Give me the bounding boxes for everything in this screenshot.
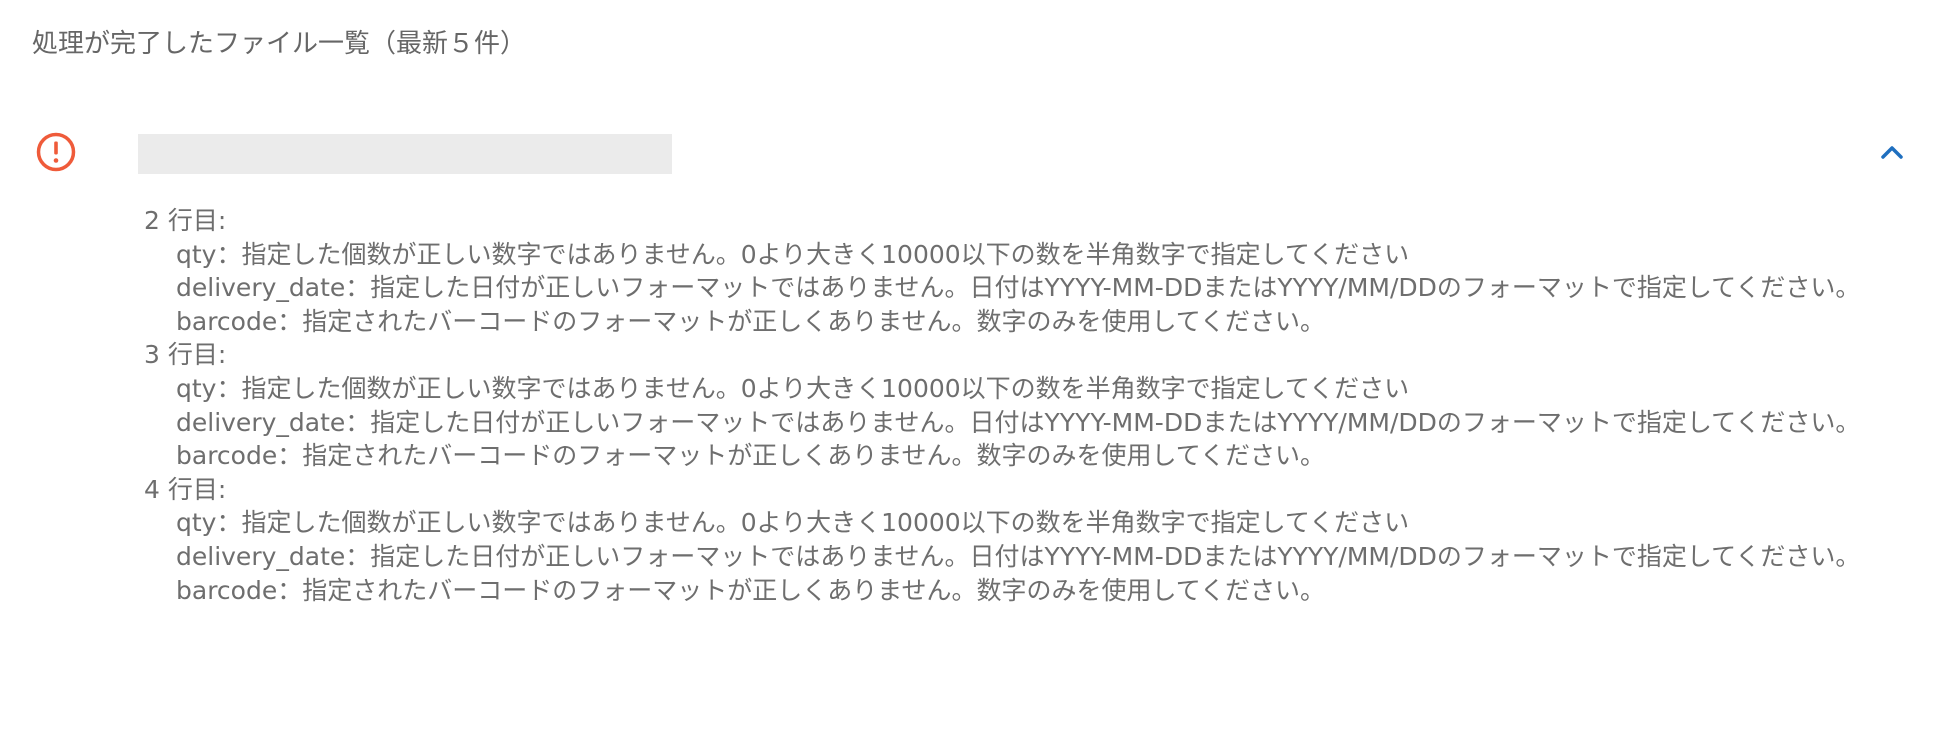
row-header: 2 行目: — [144, 206, 227, 235]
error-message: 指定した個数が正しい数字ではありません。0より大きく10000以下の数を半角数字… — [241, 239, 1410, 269]
error-message: 指定した日付が正しいフォーマットではありません。日付はYYYY-MM-DDまたは… — [370, 541, 1861, 571]
error-separator: ： — [345, 541, 371, 571]
error-line-delivery-date: delivery_date：指定した日付が正しいフォーマットではありません。日付… — [144, 271, 1914, 305]
error-message: 指定した日付が正しいフォーマットではありません。日付はYYYY-MM-DDまたは… — [370, 273, 1861, 303]
error-message: 指定した個数が正しい数字ではありません。0より大きく10000以下の数を半角数字… — [241, 373, 1410, 403]
error-separator: ： — [277, 441, 303, 471]
row-header: 3 行目: — [144, 340, 227, 370]
error-message: 指定した個数が正しい数字ではありません。0より大きく10000以下の数を半角数字… — [241, 508, 1410, 538]
error-line-barcode: barcode：指定されたバーコードのフォーマットが正しくありません。数字のみを… — [144, 574, 1914, 608]
error-line-qty: qty：指定した個数が正しい数字ではありません。0より大きく10000以下の数を… — [144, 506, 1914, 540]
error-field: barcode — [176, 441, 278, 471]
error-field: delivery_date — [176, 407, 346, 437]
chevron-up-icon[interactable] — [1874, 134, 1910, 170]
error-details: 2 行目: qty：指定した個数が正しい数字ではありません。0より大きく1000… — [144, 204, 1914, 607]
error-separator: ： — [345, 273, 371, 303]
error-message: 指定されたバーコードのフォーマットが正しくありません。数字のみを使用してください… — [302, 441, 1325, 471]
error-field: barcode — [176, 575, 278, 605]
error-separator: ： — [277, 575, 303, 605]
file-result-item: 2 行目: qty：指定した個数が正しい数字ではありません。0より大きく1000… — [0, 120, 1940, 720]
error-separator: ： — [216, 239, 242, 269]
error-message: 指定されたバーコードのフォーマットが正しくありません。数字のみを使用してください… — [302, 306, 1325, 336]
error-line-delivery-date: delivery_date：指定した日付が正しいフォーマットではありません。日付… — [144, 540, 1914, 574]
error-field: qty — [176, 239, 217, 269]
row-error-group: 3 行目: qty：指定した個数が正しい数字ではありません。0より大きく1000… — [144, 338, 1914, 472]
error-line-qty: qty：指定した個数が正しい数字ではありません。0より大きく10000以下の数を… — [144, 238, 1914, 272]
error-field: barcode — [176, 306, 278, 336]
error-field: delivery_date — [176, 541, 346, 571]
error-separator: ： — [345, 407, 371, 437]
error-separator: ： — [277, 306, 303, 336]
filename-placeholder — [138, 134, 672, 174]
error-separator: ： — [216, 508, 242, 538]
error-line-qty: qty：指定した個数が正しい数字ではありません。0より大きく10000以下の数を… — [144, 372, 1914, 406]
row-error-group: 2 行目: qty：指定した個数が正しい数字ではありません。0より大きく1000… — [144, 204, 1914, 338]
error-separator: ： — [216, 373, 242, 403]
row-error-group: 4 行目: qty：指定した個数が正しい数字ではありません。0より大きく1000… — [144, 473, 1914, 607]
error-message: 指定されたバーコードのフォーマットが正しくありません。数字のみを使用してください… — [302, 575, 1325, 605]
error-field: delivery_date — [176, 273, 346, 303]
error-line-barcode: barcode：指定されたバーコードのフォーマットが正しくありません。数字のみを… — [144, 305, 1914, 339]
error-line-delivery-date: delivery_date：指定した日付が正しいフォーマットではありません。日付… — [144, 406, 1914, 440]
error-message: 指定した日付が正しいフォーマットではありません。日付はYYYY-MM-DDまたは… — [370, 407, 1861, 437]
error-field: qty — [176, 373, 217, 403]
section-title: 処理が完了したファイル一覧（最新５件） — [32, 29, 527, 59]
alert-circle-icon — [35, 131, 77, 173]
error-line-barcode: barcode：指定されたバーコードのフォーマットが正しくありません。数字のみを… — [144, 439, 1914, 473]
row-header: 4 行目: — [144, 474, 227, 504]
error-field: qty — [176, 508, 217, 538]
